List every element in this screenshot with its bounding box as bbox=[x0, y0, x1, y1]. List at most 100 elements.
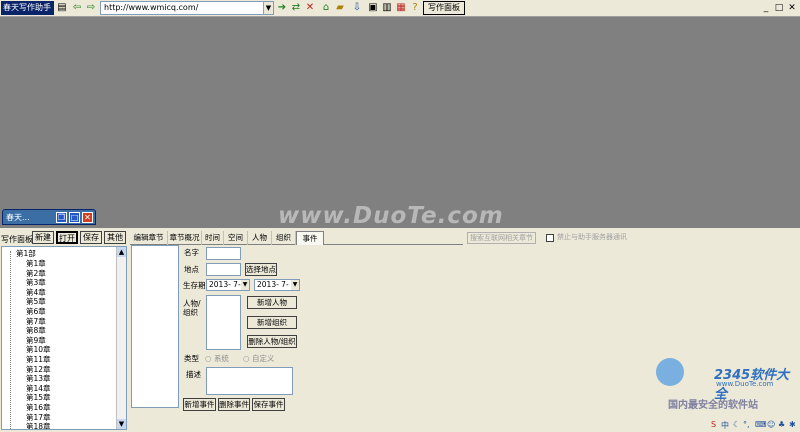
tree-root[interactable]: 第1部 bbox=[16, 249, 36, 258]
maximize-icon[interactable]: □ bbox=[69, 212, 80, 223]
maximize-icon[interactable]: □ bbox=[774, 3, 784, 13]
place-input[interactable] bbox=[206, 263, 241, 276]
watermark: www.DuoTe.com bbox=[278, 203, 504, 229]
back-icon[interactable]: ⇦ bbox=[71, 2, 83, 14]
tree-chapter-item[interactable]: 第6章 bbox=[26, 307, 46, 316]
people-org-label: 人物/组织 bbox=[183, 299, 201, 317]
tree-chapter-item[interactable]: 第8章 bbox=[26, 326, 46, 335]
tree-chapter-item[interactable]: 第12章 bbox=[26, 365, 51, 374]
punctuation-icon[interactable]: °, bbox=[743, 420, 750, 429]
tab-time[interactable]: 时间 bbox=[202, 231, 224, 245]
tab-organization[interactable]: 组织 bbox=[272, 231, 296, 245]
name-input[interactable] bbox=[206, 247, 241, 260]
period-start-date[interactable]: 2013- 7- 4 ▼ bbox=[206, 279, 250, 291]
browser-view[interactable]: www.DuoTe.com bbox=[0, 17, 800, 229]
tree-chapter-item[interactable]: 第15章 bbox=[26, 393, 51, 402]
doc-icon[interactable]: ▤ bbox=[56, 2, 68, 14]
logo-slogan: 国内最安全的软件站 bbox=[668, 400, 758, 411]
tree-chapter-item[interactable]: 第13章 bbox=[26, 374, 51, 383]
type-radio-custom-label: 自定义 bbox=[251, 354, 275, 363]
tree-chapter-item[interactable]: 第14章 bbox=[26, 384, 51, 393]
moon-icon[interactable]: ☾ bbox=[733, 420, 740, 429]
period-label: 生存期 bbox=[183, 281, 206, 290]
tab-bar: 编辑章节 章节概况 时间 空间 人物 组织 事件 bbox=[130, 231, 463, 245]
history-icon[interactable]: ▥ bbox=[381, 2, 393, 14]
shirt-icon[interactable]: ♣ bbox=[778, 420, 785, 429]
tab-chapter-overview[interactable]: 章节概况 bbox=[168, 231, 202, 245]
tab-space[interactable]: 空间 bbox=[224, 231, 248, 245]
add-org-button[interactable]: 新增组织 bbox=[247, 316, 297, 329]
tree-chapter-item[interactable]: 第9章 bbox=[26, 336, 46, 345]
tree-chapter-item[interactable]: 第7章 bbox=[26, 317, 46, 326]
type-radio-system[interactable]: ○ 系统 bbox=[205, 354, 229, 363]
select-place-button[interactable]: 选择地点 bbox=[245, 263, 277, 276]
search-internet-button[interactable]: 搜索互联网相关章节 bbox=[467, 232, 536, 244]
tree-scrollbar[interactable]: ▲ ▼ bbox=[116, 247, 126, 429]
refresh-icon[interactable]: ⇄ bbox=[290, 2, 302, 14]
other-button[interactable]: 其他 bbox=[104, 231, 126, 244]
tab-events[interactable]: 事件 bbox=[296, 231, 324, 245]
delete-event-button[interactable]: 删除事件 bbox=[218, 398, 250, 411]
description-input[interactable] bbox=[206, 367, 293, 395]
people-org-list[interactable] bbox=[206, 295, 241, 350]
close-icon[interactable]: ✕ bbox=[82, 212, 93, 223]
ime-chinese-icon[interactable]: 中 bbox=[721, 420, 729, 431]
minimize-icon[interactable]: _ bbox=[761, 3, 771, 13]
logo-badge-icon bbox=[656, 358, 684, 386]
tab-people[interactable]: 人物 bbox=[248, 231, 272, 245]
keyboard-icon[interactable]: ⌨ bbox=[755, 420, 767, 429]
add-event-button[interactable]: 新增事件 bbox=[183, 398, 216, 411]
chapter-tree[interactable]: 第1部 第1章 第2章 第3章 第4章 第5章 第6章 第7章 第8章 第9章 第10章 第11章第… bbox=[1, 246, 127, 430]
tree-chapter-item[interactable]: 第5章 bbox=[26, 297, 46, 306]
chevron-down-icon[interactable]: ▼ bbox=[241, 280, 249, 290]
bookmark-icon[interactable]: ▣ bbox=[367, 2, 379, 14]
name-label: 名字 bbox=[184, 248, 199, 257]
stop-icon[interactable]: ✕ bbox=[304, 2, 316, 14]
delete-person-org-button[interactable]: 删除人物/组织 bbox=[247, 335, 297, 348]
logo-url: www.DuoTe.com bbox=[716, 380, 774, 388]
tree-chapter-item[interactable]: 第16章 bbox=[26, 403, 51, 412]
forward-icon[interactable]: ⇨ bbox=[85, 2, 97, 14]
open-icon[interactable]: ▰ bbox=[334, 2, 346, 14]
scroll-down-icon[interactable]: ▼ bbox=[117, 419, 126, 429]
url-field[interactable]: http://www.wmicq.com/ ▼ bbox=[100, 1, 274, 15]
minimized-window[interactable]: 春天... ❐ □ ✕ bbox=[2, 209, 96, 225]
minimized-window-title: 春天... bbox=[6, 213, 30, 222]
home-icon[interactable]: ⌂ bbox=[320, 2, 332, 14]
period-end-date[interactable]: 2013- 7- 4 ▼ bbox=[254, 279, 300, 291]
save-page-icon[interactable]: ▦ bbox=[395, 2, 407, 14]
tree-chapter-item[interactable]: 第2章 bbox=[26, 269, 46, 278]
url-dropdown-icon[interactable]: ▼ bbox=[263, 2, 273, 14]
ime-icon[interactable]: S bbox=[711, 420, 716, 429]
tools-icon[interactable]: ✱ bbox=[789, 420, 796, 429]
save-button[interactable]: 保存 bbox=[80, 231, 102, 244]
save-event-button[interactable]: 保存事件 bbox=[252, 398, 285, 411]
tree-chapter-item[interactable]: 第3章 bbox=[26, 278, 46, 287]
download-icon[interactable]: ⇩ bbox=[351, 2, 363, 14]
writing-panel-button[interactable]: 写作面板 bbox=[423, 1, 465, 15]
type-radio-custom[interactable]: ○ 自定义 bbox=[243, 354, 274, 363]
app-title: 春天写作助手 bbox=[1, 1, 54, 15]
url-text: http://www.wmicq.com/ bbox=[104, 3, 199, 12]
add-person-button[interactable]: 新增人物 bbox=[247, 296, 297, 309]
tree-chapter-item[interactable]: 第18章 bbox=[26, 422, 51, 429]
open-button[interactable]: 打开 bbox=[56, 231, 78, 244]
panel-label: 写作面板 bbox=[1, 235, 33, 244]
tab-edit-chapter[interactable]: 编辑章节 bbox=[130, 231, 168, 245]
user-icon[interactable]: ☺ bbox=[767, 420, 775, 429]
tree-chapter-item[interactable]: 第4章 bbox=[26, 288, 46, 297]
chevron-down-icon[interactable]: ▼ bbox=[291, 280, 299, 290]
close-icon[interactable]: ✕ bbox=[787, 3, 797, 13]
tree-chapter-item[interactable]: 第11章 bbox=[26, 355, 51, 364]
event-list[interactable] bbox=[131, 245, 179, 408]
tree-chapter-item[interactable]: 第1章 bbox=[26, 259, 46, 268]
help-icon[interactable]: ? bbox=[409, 2, 421, 14]
disable-server-checkbox[interactable] bbox=[546, 234, 554, 242]
restore-icon[interactable]: ❐ bbox=[56, 212, 67, 223]
tree-chapter-item[interactable]: 第17章 bbox=[26, 413, 51, 422]
go-icon[interactable]: ➔ bbox=[276, 2, 288, 14]
new-button[interactable]: 新建 bbox=[32, 231, 54, 244]
tree-chapter-item[interactable]: 第10章 bbox=[26, 345, 51, 354]
event-editor: 编辑章节 章节概况 时间 空间 人物 组织 事件 名字 地点 选择地点 生存期 … bbox=[130, 228, 463, 432]
scroll-up-icon[interactable]: ▲ bbox=[117, 247, 126, 257]
